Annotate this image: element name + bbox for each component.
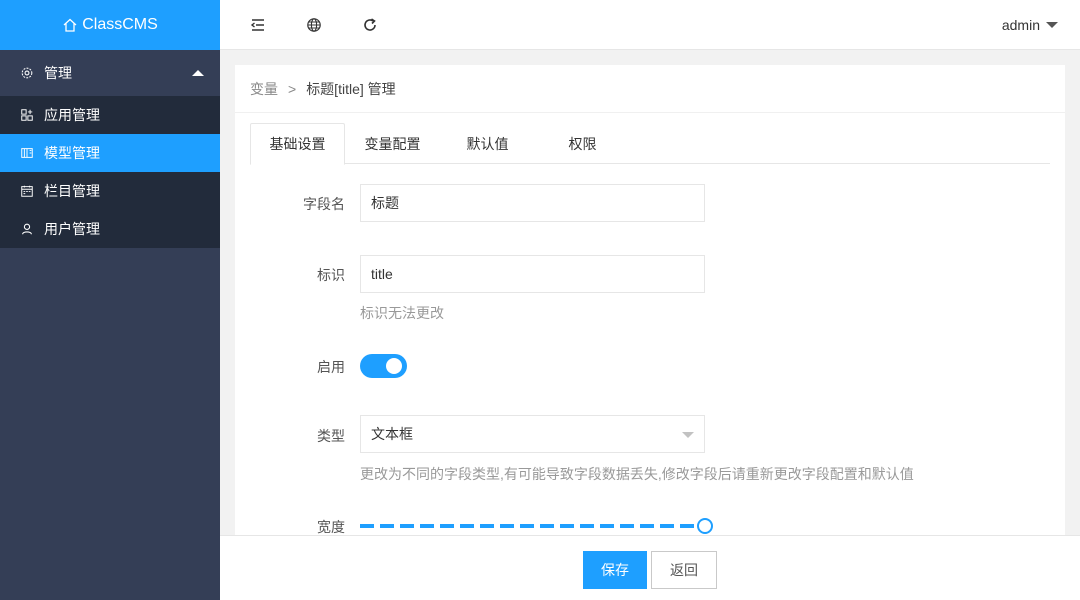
sidebar: ClassCMS 管理 应用管理 模型管理 栏目管理 用户管理 — [0, 0, 220, 600]
width-label: 宽度 — [317, 519, 345, 535]
enabled-toggle[interactable] — [360, 354, 407, 378]
type-help: 更改为不同的字段类型,有可能导致字段数据丢失,修改字段后请重新更改字段配置和默认… — [360, 466, 914, 482]
apps-icon — [21, 109, 33, 121]
slider-track — [360, 524, 705, 528]
nav-children: 应用管理 模型管理 栏目管理 用户管理 — [0, 96, 220, 248]
tab-permissions[interactable]: 权限 — [535, 123, 630, 164]
caret-up-icon — [192, 70, 204, 76]
sidebar-item-apps[interactable]: 应用管理 — [0, 96, 220, 134]
save-button[interactable]: 保存 — [583, 551, 647, 589]
back-button[interactable]: 返回 — [651, 551, 717, 589]
breadcrumb-parent[interactable]: 变量 — [250, 79, 278, 99]
tab-default-value[interactable]: 默认值 — [440, 123, 535, 164]
nav-group-label: 管理 — [44, 65, 72, 81]
user-icon — [22, 223, 32, 235]
sidebar-item-models[interactable]: 模型管理 — [0, 134, 220, 172]
gear-icon — [21, 67, 33, 79]
toggle-knob — [386, 358, 402, 374]
sidebar-item-label: 模型管理 — [44, 145, 100, 161]
sidebar-item-users[interactable]: 用户管理 — [0, 210, 220, 248]
home-icon — [63, 18, 77, 32]
form-footer: 保存 返回 — [220, 535, 1080, 600]
chevron-down-icon — [682, 432, 694, 438]
sidebar-item-label: 应用管理 — [44, 107, 100, 123]
app-logo[interactable]: ClassCMS — [0, 0, 220, 50]
type-select-value: 文本框 — [371, 426, 413, 442]
top-header: admin — [220, 0, 1080, 50]
enabled-label: 启用 — [317, 359, 345, 375]
slider-handle[interactable] — [697, 518, 713, 534]
width-slider[interactable] — [360, 518, 713, 534]
caret-down-icon — [1046, 22, 1058, 28]
refresh-icon[interactable] — [362, 17, 378, 33]
nav-group-manage[interactable]: 管理 — [0, 50, 220, 96]
content-card: 变量 > 标题[title] 管理 基础设置 变量配置 默认值 权限 字段名 标… — [235, 65, 1065, 535]
collapse-menu-icon[interactable] — [250, 17, 266, 33]
calendar-icon — [21, 185, 33, 197]
user-menu[interactable]: admin — [1002, 17, 1058, 33]
breadcrumb: 变量 > 标题[title] 管理 — [235, 65, 1065, 113]
model-icon — [21, 148, 33, 158]
tab-basic-settings[interactable]: 基础设置 — [250, 123, 345, 165]
sidebar-item-label: 用户管理 — [44, 221, 100, 237]
app-title: ClassCMS — [82, 16, 158, 33]
type-select[interactable]: 文本框 — [360, 415, 705, 453]
field-name-label: 字段名 — [303, 196, 345, 212]
sidebar-item-columns[interactable]: 栏目管理 — [0, 172, 220, 210]
identifier-input[interactable] — [360, 255, 705, 293]
identifier-help: 标识无法更改 — [360, 305, 444, 321]
tab-bar: 基础设置 变量配置 默认值 权限 — [250, 123, 1050, 165]
field-name-input[interactable] — [360, 184, 705, 222]
breadcrumb-current: 标题[title] 管理 — [306, 80, 396, 97]
breadcrumb-separator: > — [288, 80, 297, 97]
globe-icon[interactable] — [306, 17, 322, 33]
sidebar-item-label: 栏目管理 — [44, 183, 100, 199]
type-label: 类型 — [317, 428, 345, 444]
tab-variable-config[interactable]: 变量配置 — [345, 123, 440, 164]
user-name: admin — [1001, 17, 1040, 33]
identifier-label: 标识 — [317, 267, 345, 283]
